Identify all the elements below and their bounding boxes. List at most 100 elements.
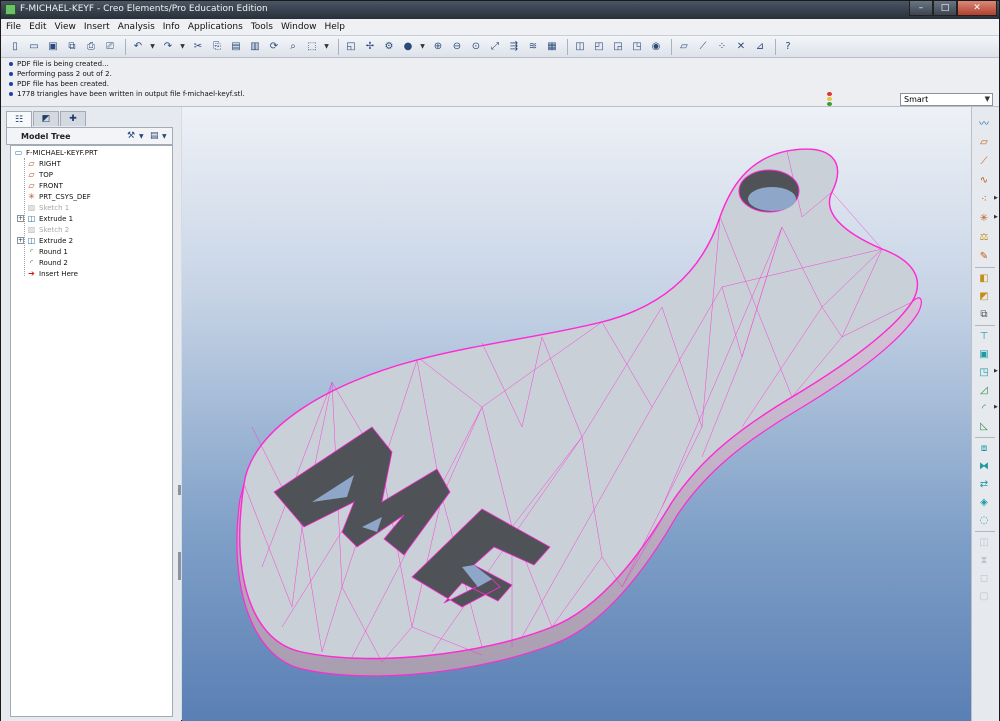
datum-plane-tool-icon[interactable]: ▱ — [977, 135, 991, 149]
menu-help[interactable]: Help — [324, 22, 345, 32]
repaint-icon[interactable]: ◱ — [343, 39, 359, 55]
redo-dropdown-icon[interactable]: ▼ — [179, 39, 186, 55]
tree-item-sketch-1[interactable]: ▨ Sketch 1 — [27, 202, 70, 213]
tree-item-part[interactable]: ▭ F-MICHAEL-KEYF.PRT — [14, 147, 98, 158]
datum-planes-display-icon[interactable]: ▱ — [676, 39, 692, 55]
rib-tool-icon[interactable]: ◳ — [977, 365, 991, 379]
revolve-tool-icon[interactable]: ◩ — [977, 289, 991, 303]
layers-icon[interactable]: ≋ — [525, 39, 541, 55]
spin-center-icon[interactable]: ✢ — [362, 39, 378, 55]
extend-tool-icon[interactable]: ◫ — [977, 535, 991, 549]
merge-tool-icon[interactable]: ⇄ — [977, 477, 991, 491]
hidden-line-icon[interactable]: ◰ — [591, 39, 607, 55]
redo-icon[interactable]: ↷ — [160, 39, 176, 55]
menu-file[interactable]: File — [6, 22, 21, 32]
csys-display-icon[interactable]: ✕ — [733, 39, 749, 55]
mirror-tool-icon[interactable]: ⧓ — [977, 459, 991, 473]
chevron-right-icon[interactable]: ▶ — [994, 214, 998, 220]
menu-tools[interactable]: Tools — [251, 22, 273, 32]
graphics-viewport[interactable] — [182, 107, 971, 721]
menu-analysis[interactable]: Analysis — [118, 22, 155, 32]
find-icon[interactable]: ⌕ — [285, 39, 301, 55]
tree-item-right[interactable]: ▱ RIGHT — [27, 158, 60, 169]
tree-item-sketch-2[interactable]: ▨ Sketch 2 — [27, 224, 70, 235]
title-bar[interactable]: F-MICHAEL-KEYF - Creo Elements/Pro Educa… — [1, 1, 999, 19]
expand-icon[interactable]: + — [17, 215, 24, 222]
save-copy-icon[interactable]: ⧉ — [64, 39, 80, 55]
sketch-tool-icon[interactable]: ✎ — [977, 249, 991, 263]
saved-views-icon[interactable]: ⇶ — [506, 39, 522, 55]
minimize-button[interactable]: – — [909, 1, 933, 16]
refit-icon[interactable]: ⊙ — [468, 39, 484, 55]
open-folder-icon[interactable]: ▭ — [26, 39, 42, 55]
maximize-button[interactable]: □ — [933, 1, 957, 16]
csys-tool-icon[interactable]: ✳ — [977, 211, 991, 225]
shaded-icon[interactable]: ◳ — [629, 39, 645, 55]
undo-dropdown-icon[interactable]: ▼ — [149, 39, 156, 55]
close-button[interactable]: ✕ — [957, 1, 997, 16]
datum-curve-tool-icon[interactable]: ∿ — [977, 173, 991, 187]
intersect-tool-icon[interactable]: ⧗ — [977, 553, 991, 567]
tree-item-front[interactable]: ▱ FRONT — [27, 180, 63, 191]
shading-icon[interactable]: ● — [400, 39, 416, 55]
analysis-tool-icon[interactable]: ⚖ — [977, 230, 991, 244]
datum-axis-tool-icon[interactable]: ⟋ — [977, 154, 991, 168]
wireframe-icon[interactable]: ◫ — [572, 39, 588, 55]
tree-item-extrude-2[interactable]: + ◫ Extrude 2 — [17, 235, 73, 246]
regenerate-icon[interactable]: ⟳ — [266, 39, 282, 55]
print-preview-icon[interactable]: ⎚ — [102, 39, 118, 55]
shading-dropdown-icon[interactable]: ▼ — [419, 39, 426, 55]
chevron-right-icon[interactable]: ▶ — [994, 404, 998, 410]
offset-tool-icon[interactable]: ◌ — [977, 513, 991, 527]
tab-model-tree[interactable]: ☷ — [6, 111, 32, 127]
no-hidden-icon[interactable]: ◲ — [610, 39, 626, 55]
pattern-tool-icon[interactable]: ⧈ — [977, 441, 991, 455]
chevron-down-icon[interactable]: ▼ — [139, 133, 144, 140]
solidify-tool-icon[interactable]: ▢ — [977, 589, 991, 603]
tree-item-csys[interactable]: ✳ PRT_CSYS_DEF — [27, 191, 91, 202]
selection-filter-dropdown[interactable]: Smart ▼ — [900, 93, 993, 106]
menu-applications[interactable]: Applications — [188, 22, 243, 32]
tree-item-round-2[interactable]: ◜ Round 2 — [27, 257, 68, 268]
extrude-tool-icon[interactable]: ◧ — [977, 271, 991, 285]
context-help-icon[interactable]: ? — [780, 39, 796, 55]
tree-item-top[interactable]: ▱ TOP — [27, 169, 53, 180]
datum-point-tool-icon[interactable]: ⁖ — [977, 192, 991, 206]
zoom-out-icon[interactable]: ⊖ — [449, 39, 465, 55]
expand-icon[interactable]: + — [17, 237, 24, 244]
annotation-display-icon[interactable]: ⊿ — [752, 39, 768, 55]
tab-folder-browser[interactable]: ◩ — [33, 111, 59, 126]
show-filter-icon[interactable]: ▤ — [150, 131, 159, 141]
view-manager-icon[interactable]: ▦ — [544, 39, 560, 55]
datum-axes-display-icon[interactable]: ⟋ — [695, 39, 711, 55]
tree-item-insert-here[interactable]: ➔ Insert Here — [27, 268, 78, 279]
undo-icon[interactable]: ↶ — [130, 39, 146, 55]
menu-edit[interactable]: Edit — [29, 22, 46, 32]
splitter-handle[interactable] — [178, 552, 181, 580]
sweep-tool-icon[interactable]: ⧉ — [977, 307, 991, 321]
chevron-down-icon[interactable]: ▼ — [162, 133, 167, 140]
menu-info[interactable]: Info — [163, 22, 180, 32]
select-box-icon[interactable]: ⬚ — [304, 39, 320, 55]
datum-toggle-icon[interactable]: 〰 — [977, 115, 991, 130]
splitter-handle[interactable] — [178, 485, 181, 495]
menu-insert[interactable]: Insert — [84, 22, 110, 32]
select-dropdown-icon[interactable]: ▼ — [323, 39, 330, 55]
menu-view[interactable]: View — [55, 22, 76, 32]
cut-icon[interactable]: ✂ — [190, 39, 206, 55]
zoom-in-icon[interactable]: ⊕ — [430, 39, 446, 55]
paste-icon[interactable]: ▤ — [228, 39, 244, 55]
copy-icon[interactable]: ⎘ — [209, 39, 225, 55]
orient-mode-icon[interactable]: ⚙ — [381, 39, 397, 55]
save-icon[interactable]: ▣ — [45, 39, 61, 55]
menu-window[interactable]: Window — [281, 22, 317, 32]
tree-item-extrude-1[interactable]: + ◫ Extrude 1 — [17, 213, 73, 224]
datum-points-display-icon[interactable]: ⁘ — [714, 39, 730, 55]
print-icon[interactable]: ⎙ — [83, 39, 99, 55]
hole-tool-icon[interactable]: ⊤ — [977, 329, 991, 343]
new-file-icon[interactable]: ▯ — [7, 39, 23, 55]
tab-favorites[interactable]: ✚ — [60, 111, 86, 126]
draft-tool-icon[interactable]: ◿ — [977, 383, 991, 397]
enhanced-realism-icon[interactable]: ◉ — [648, 39, 664, 55]
tree-item-round-1[interactable]: ◜ Round 1 — [27, 246, 68, 257]
